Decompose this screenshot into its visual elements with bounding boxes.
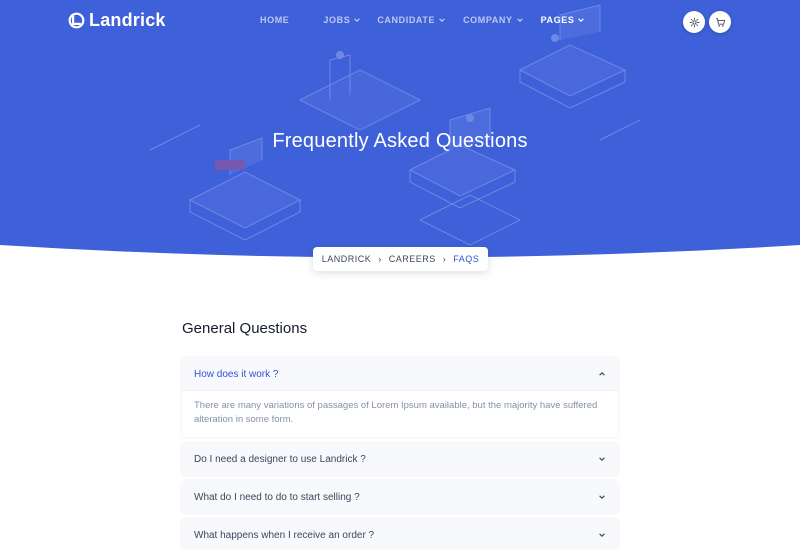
- faq-question-toggle[interactable]: What happens when I receive an order ?: [182, 519, 618, 550]
- logo-icon: [68, 12, 85, 29]
- nav-item-label: HOME: [260, 15, 290, 25]
- chevron-right-icon: ›: [442, 254, 447, 264]
- section-title: General Questions: [182, 320, 308, 337]
- nav-item-pages[interactable]: PAGES: [541, 15, 586, 25]
- navbar: Landrick HOME JOBS CANDIDATE COMPANY PAG…: [0, 0, 800, 44]
- nav-item-label: CANDIDATE: [377, 15, 436, 25]
- breadcrumb: LANDRICK › CAREERS › FAQS: [313, 247, 488, 271]
- faq-item: How does it work ? There are many variat…: [182, 358, 618, 437]
- nav-item-company[interactable]: COMPANY: [463, 15, 524, 25]
- settings-button[interactable]: [683, 11, 705, 33]
- main-menu: HOME JOBS CANDIDATE COMPANY PAGES: [260, 15, 609, 25]
- chevron-down-icon: [599, 457, 605, 462]
- breadcrumb-current: FAQS: [453, 254, 480, 264]
- chevron-down-icon: [354, 18, 361, 22]
- nav-item-jobs[interactable]: JOBS: [323, 15, 361, 25]
- faq-question: How does it work ?: [194, 368, 279, 380]
- chevron-down-icon: [578, 18, 585, 22]
- chevron-down-icon: [516, 18, 523, 22]
- faq-question: What happens when I receive an order ?: [194, 529, 375, 541]
- faq-question-toggle[interactable]: Do I need a designer to use Landrick ?: [182, 443, 618, 475]
- brand-name: Landrick: [89, 10, 166, 30]
- chevron-down-icon: [599, 495, 605, 500]
- faq-question: Do I need a designer to use Landrick ?: [194, 453, 366, 465]
- faq-answer: There are many variations of passages of…: [182, 390, 618, 437]
- brand-logo[interactable]: Landrick: [68, 10, 166, 31]
- faq-item: What happens when I receive an order ?: [182, 519, 618, 550]
- chevron-right-icon: ›: [378, 254, 382, 264]
- chevron-up-icon: [599, 371, 605, 376]
- nav-item-label: JOBS: [323, 15, 351, 25]
- breadcrumb-item-landrick[interactable]: LANDRICK: [322, 254, 372, 264]
- cart-icon: [715, 17, 725, 27]
- chevron-down-icon: [439, 18, 445, 22]
- chevron-down-icon: [599, 533, 605, 538]
- faq-item: What do I need to do to start selling ?: [182, 481, 618, 513]
- faq-item: Do I need a designer to use Landrick ?: [182, 443, 618, 475]
- faq-question: What do I need to do to start selling ?: [194, 491, 360, 503]
- faq-question-toggle[interactable]: How does it work ?: [182, 358, 618, 390]
- page-title: Frequently Asked Questions: [272, 130, 528, 152]
- breadcrumb-item-careers[interactable]: CAREERS: [389, 254, 436, 264]
- nav-item-label: PAGES: [540, 15, 575, 25]
- faq-question-toggle[interactable]: What do I need to do to start selling ?: [182, 481, 618, 513]
- nav-item-home[interactable]: HOME: [260, 15, 289, 25]
- settings-icon: [689, 17, 699, 27]
- nav-item-candidate[interactable]: CANDIDATE: [377, 15, 446, 25]
- cart-button[interactable]: [709, 11, 731, 33]
- nav-item-label: COMPANY: [463, 15, 513, 25]
